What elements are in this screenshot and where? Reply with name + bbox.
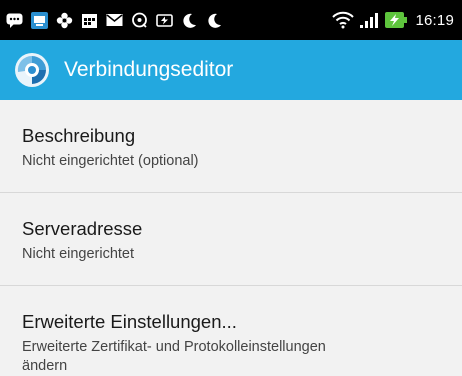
setting-subtitle: Nicht eingerichtet (optional) bbox=[22, 153, 199, 169]
mail-icon bbox=[106, 12, 123, 29]
clock: 16:19 bbox=[415, 11, 454, 29]
system-icons: 16:19 bbox=[331, 12, 462, 29]
app-logo-icon bbox=[12, 50, 52, 90]
calendar-icon bbox=[81, 12, 98, 29]
signal-icon bbox=[359, 12, 381, 29]
app-bar: Verbindungseditor bbox=[0, 40, 462, 100]
setting-serveradresse[interactable]: Serveradresse Nicht eingerichtet bbox=[0, 193, 462, 285]
page-title: Verbindungseditor bbox=[64, 58, 234, 81]
battery-charging-icon bbox=[385, 12, 408, 29]
setting-title: Beschreibung bbox=[22, 125, 136, 146]
setting-title: Erweiterte Einstellungen... bbox=[22, 311, 237, 332]
status-bar: 16:19 bbox=[0, 0, 462, 40]
notification-icons bbox=[0, 11, 331, 29]
setting-erweiterte-einstellungen[interactable]: Erweiterte Einstellungen... Erweiterte Z… bbox=[0, 286, 462, 374]
message-icon bbox=[6, 12, 23, 29]
setting-subtitle: Nicht eingerichtet bbox=[22, 246, 135, 262]
setting-beschreibung[interactable]: Beschreibung Nicht eingerichtet (optiona… bbox=[0, 100, 462, 192]
setting-subtitle-line-2: ändern bbox=[22, 358, 68, 374]
location-icon bbox=[131, 12, 148, 29]
setting-title: Serveradresse bbox=[22, 218, 143, 239]
moon-icon bbox=[181, 12, 198, 29]
moon-icon bbox=[206, 12, 223, 29]
wifi-icon bbox=[331, 11, 355, 29]
app-icon bbox=[31, 11, 48, 29]
battery-saver-icon bbox=[156, 12, 173, 29]
flower-icon bbox=[56, 12, 73, 29]
setting-subtitle-line-1: Erweiterte Zertifikat- und Protokolleins… bbox=[22, 339, 326, 355]
